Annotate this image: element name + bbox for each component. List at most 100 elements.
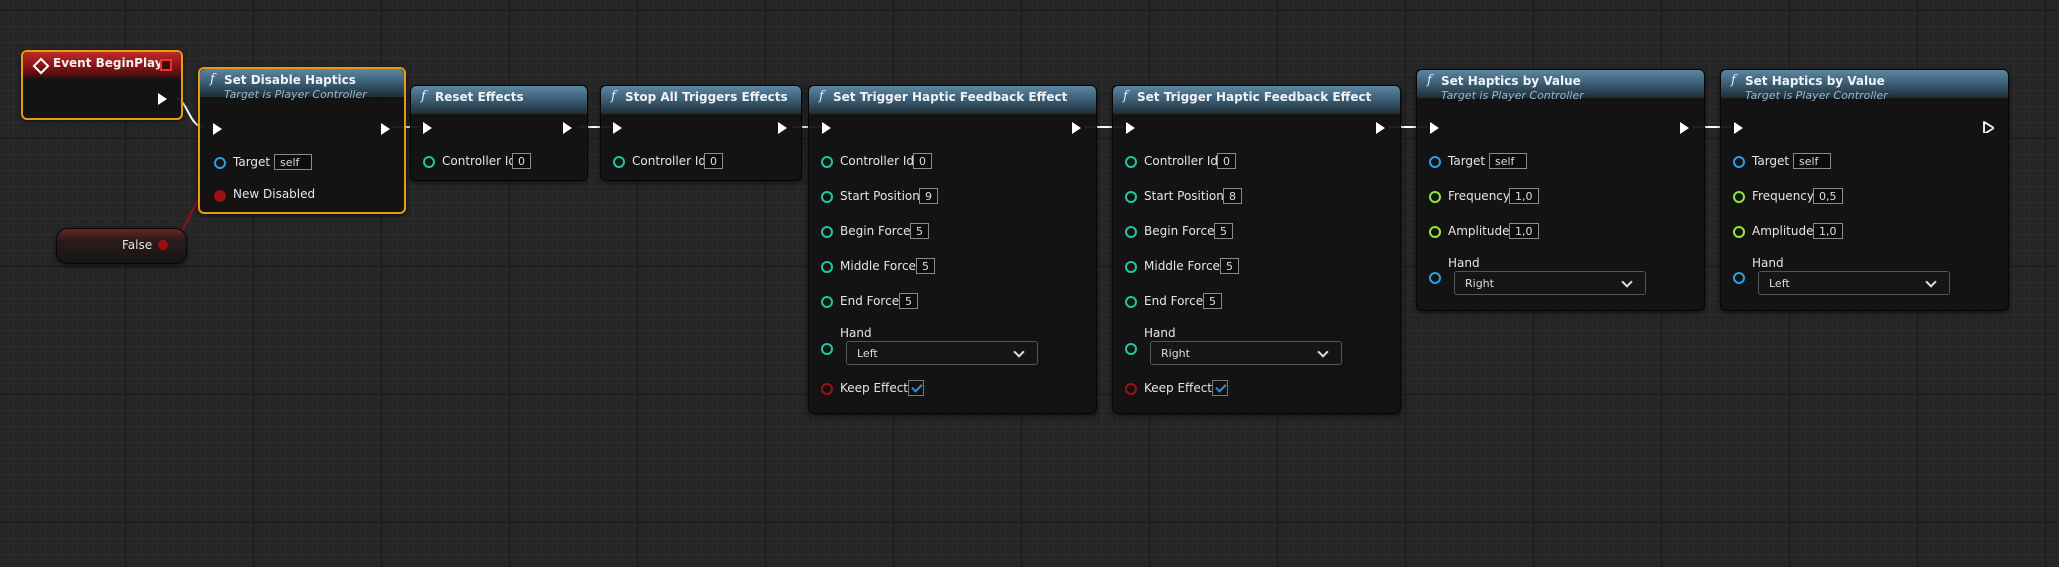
set-trigger-haptic-left-node[interactable]: f Set Trigger Haptic Feedback Effect Con…	[808, 85, 1097, 414]
middle-force-pin[interactable]	[1125, 261, 1137, 273]
start-position-field[interactable]: 8	[1223, 188, 1242, 204]
function-icon: f	[1427, 73, 1432, 88]
exec-input-pin[interactable]	[1126, 122, 1135, 134]
exec-input-pin[interactable]	[1430, 122, 1439, 134]
reset-effects-node[interactable]: f Reset Effects Controller Id 0	[410, 85, 588, 181]
set-disable-haptics-node[interactable]: f Set Disable Haptics Target is Player C…	[198, 67, 406, 214]
pin-label: Target	[1448, 154, 1486, 168]
controller-id-pin[interactable]	[423, 156, 435, 168]
pin-label: Keep Effect	[840, 381, 909, 395]
node-header: f Set Haptics by Value Target is Player …	[1721, 70, 2008, 102]
pin-label: Begin Force	[1144, 224, 1215, 238]
exec-input-pin[interactable]	[822, 122, 831, 134]
end-force-pin[interactable]	[821, 296, 833, 308]
exec-input-pin[interactable]	[213, 123, 222, 135]
hand-dropdown[interactable]: Right	[1454, 271, 1646, 295]
begin-force-field[interactable]: 5	[910, 223, 929, 239]
function-icon: f	[210, 72, 215, 87]
keep-effect-checkbox[interactable]	[1212, 380, 1228, 396]
stop-all-triggers-node[interactable]: f Stop All Triggers Effects Controller I…	[600, 85, 802, 181]
end-force-field[interactable]: 5	[899, 293, 918, 309]
pin-label: Frequency	[1448, 189, 1510, 203]
set-haptics-by-value-left-node[interactable]: f Set Haptics by Value Target is Player …	[1720, 69, 2009, 311]
exec-input-pin[interactable]	[613, 122, 622, 134]
delegate-pin-icon[interactable]	[160, 59, 172, 71]
exec-output-pin[interactable]	[778, 122, 787, 134]
exec-output-pin[interactable]	[563, 122, 572, 134]
start-position-field[interactable]: 9	[919, 188, 938, 204]
amplitude-field[interactable]: 1,0	[1509, 223, 1539, 239]
start-position-pin[interactable]	[821, 191, 833, 203]
node-header: f Set Disable Haptics Target is Player C…	[200, 69, 404, 101]
controller-id-field[interactable]: 0	[512, 153, 531, 169]
pin-label: Target	[233, 155, 271, 169]
keep-effect-checkbox[interactable]	[908, 380, 924, 396]
exec-output-pin[interactable]	[1680, 122, 1689, 134]
target-value-field[interactable]: self	[1793, 153, 1831, 169]
exec-output-pin[interactable]	[1376, 122, 1385, 134]
exec-input-pin[interactable]	[423, 122, 432, 134]
start-position-pin[interactable]	[1125, 191, 1137, 203]
begin-force-pin[interactable]	[1125, 226, 1137, 238]
node-header: Event BeginPlay	[23, 52, 181, 78]
new-disabled-pin[interactable]	[214, 190, 226, 202]
pin-label: Hand	[1448, 256, 1480, 270]
amplitude-pin[interactable]	[1733, 226, 1745, 238]
set-trigger-haptic-right-node[interactable]: f Set Trigger Haptic Feedback Effect Con…	[1112, 85, 1401, 414]
begin-force-pin[interactable]	[821, 226, 833, 238]
exec-output-pin[interactable]	[1072, 122, 1081, 134]
controller-id-field[interactable]: 0	[913, 153, 932, 169]
function-icon: f	[1731, 73, 1736, 88]
target-value-field[interactable]: self	[1489, 153, 1527, 169]
begin-force-field[interactable]: 5	[1214, 223, 1233, 239]
exec-output-pin[interactable]	[381, 123, 390, 135]
end-force-pin[interactable]	[1125, 296, 1137, 308]
hand-dropdown[interactable]: Right	[1150, 341, 1342, 365]
node-subtitle: Target is Player Controller	[224, 88, 367, 101]
exec-output-pin[interactable]	[1982, 121, 1994, 133]
exec-input-pin[interactable]	[1734, 122, 1743, 134]
node-title: Set Disable Haptics	[224, 73, 356, 87]
pin-label: End Force	[1144, 294, 1204, 308]
node-title: Set Trigger Haptic Feedback Effect	[833, 90, 1068, 104]
pin-label: Start Position	[840, 189, 920, 203]
target-value-field[interactable]: self	[274, 154, 312, 170]
keep-effect-pin[interactable]	[821, 383, 833, 395]
keep-effect-pin[interactable]	[1125, 383, 1137, 395]
hand-pin[interactable]	[821, 343, 833, 355]
pin-label: Controller Id	[632, 154, 706, 168]
middle-force-field[interactable]: 5	[1220, 258, 1239, 274]
pin-label: Start Position	[1144, 189, 1224, 203]
node-subtitle: Target is Player Controller	[1745, 89, 1888, 102]
set-haptics-by-value-right-node[interactable]: f Set Haptics by Value Target is Player …	[1416, 69, 1705, 311]
exec-output-pin[interactable]	[158, 93, 167, 105]
controller-id-field[interactable]: 0	[1217, 153, 1236, 169]
target-pin[interactable]	[1733, 156, 1745, 168]
middle-force-pin[interactable]	[821, 261, 833, 273]
middle-force-field[interactable]: 5	[916, 258, 935, 274]
frequency-field[interactable]: 0,5	[1813, 188, 1843, 204]
controller-id-pin[interactable]	[613, 156, 625, 168]
target-pin[interactable]	[1429, 156, 1441, 168]
hand-pin[interactable]	[1125, 343, 1137, 355]
end-force-field[interactable]: 5	[1203, 293, 1222, 309]
false-literal-node[interactable]: False	[56, 228, 187, 264]
frequency-field[interactable]: 1,0	[1509, 188, 1539, 204]
node-header: f Set Trigger Haptic Feedback Effect	[1113, 86, 1400, 114]
function-icon: f	[1123, 89, 1128, 104]
frequency-pin[interactable]	[1733, 191, 1745, 203]
bool-output-pin[interactable]	[158, 240, 168, 250]
hand-dropdown[interactable]: Left	[846, 341, 1038, 365]
node-header: f Set Haptics by Value Target is Player …	[1417, 70, 1704, 102]
controller-id-pin[interactable]	[821, 156, 833, 168]
controller-id-pin[interactable]	[1125, 156, 1137, 168]
hand-dropdown[interactable]: Left	[1758, 271, 1950, 295]
amplitude-field[interactable]: 1,0	[1813, 223, 1843, 239]
amplitude-pin[interactable]	[1429, 226, 1441, 238]
hand-pin[interactable]	[1733, 272, 1745, 284]
hand-pin[interactable]	[1429, 272, 1441, 284]
event-beginplay-node[interactable]: Event BeginPlay	[21, 50, 183, 120]
target-pin[interactable]	[214, 157, 226, 169]
controller-id-field[interactable]: 0	[704, 153, 723, 169]
frequency-pin[interactable]	[1429, 191, 1441, 203]
